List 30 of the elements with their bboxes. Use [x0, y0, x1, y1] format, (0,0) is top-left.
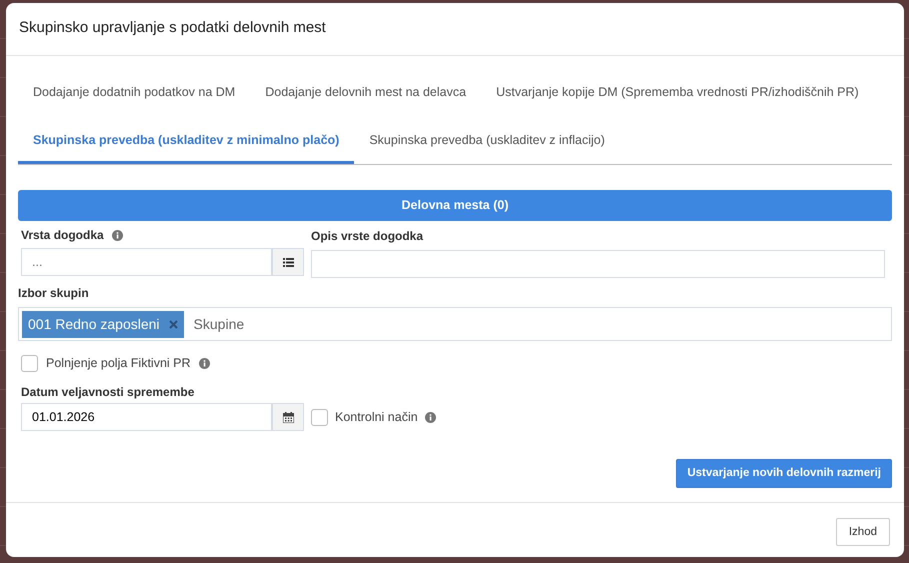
section-button[interactable]: Delovna mesta (0) — [18, 190, 892, 221]
create-button[interactable]: Ustvarjanje novih delovnih razmerij — [676, 459, 892, 488]
exit-button[interactable]: Izhod — [836, 518, 890, 546]
checkbox[interactable] — [311, 408, 328, 426]
field-label: Datum veljavnosti spremembe — [21, 384, 194, 399]
field-label: Izbor skupin — [18, 286, 89, 300]
checkbox-label: Polnjenje polja Fiktivni PR — [46, 355, 191, 372]
tab[interactable]: Skupinska prevedba (uskladitev z inflacijo) — [354, 116, 620, 164]
field-label: Vrsta dogodka — [21, 227, 104, 244]
group-select-field[interactable]: 001 Redno zaposleni Skupine — [18, 307, 892, 341]
info-icon — [198, 358, 210, 369]
group-tag: 001 Redno zaposleni — [22, 310, 184, 338]
event-type-field[interactable]: ... — [21, 248, 272, 276]
tab[interactable]: Skupinska prevedba (uskladitev z minimalno plačo) — [18, 116, 354, 164]
date-field[interactable]: 01.01.2026 — [21, 403, 272, 432]
info-icon — [424, 412, 436, 423]
list-button[interactable] — [272, 248, 304, 276]
list-icon — [282, 258, 294, 266]
calendar-button[interactable] — [272, 403, 304, 432]
event-description-field[interactable] — [311, 250, 885, 278]
field-label: Opis vrste dogodka — [311, 229, 424, 243]
dialog-title: Skupinsko upravljanje s podatki delovnih mest — [19, 19, 326, 36]
tab[interactable]: Dodajanje delovnih mest na delavca — [250, 68, 482, 116]
info-icon — [112, 230, 123, 240]
tab[interactable]: Ustvarjanje kopije DM (Sprememba vrednosti PR/izhodiščnih PR) — [481, 68, 874, 116]
tab[interactable]: Dodajanje dodatnih podatkov na DM — [18, 68, 250, 116]
calendar-icon — [282, 412, 294, 423]
checkbox[interactable] — [21, 354, 38, 372]
remove-icon[interactable] — [168, 320, 178, 328]
checkbox-label: Kontrolni način — [335, 408, 418, 426]
